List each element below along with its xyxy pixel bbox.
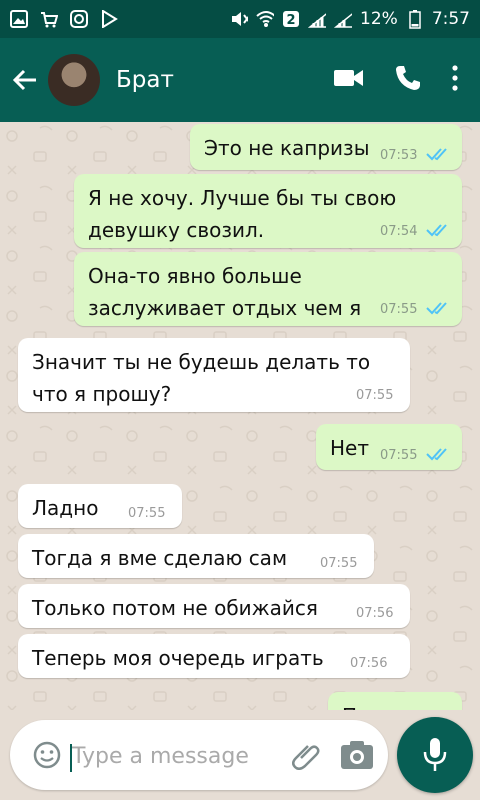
- clock: 7:57: [431, 9, 470, 29]
- signal-icon: [308, 10, 327, 28]
- message-bubble-outgoing[interactable]: Нет 07:55: [316, 424, 462, 470]
- play-store-icon: [100, 10, 118, 28]
- more-vertical-icon: [452, 65, 458, 91]
- message-time: 07:54: [380, 224, 418, 239]
- svg-text:2: 2: [286, 13, 295, 28]
- mute-icon: [230, 10, 249, 28]
- sim2-icon: 2: [282, 10, 300, 28]
- mic-icon: [423, 738, 447, 771]
- signal-icon: [334, 10, 353, 28]
- message-bubble-incoming[interactable]: Значит ты не будешь делать то что я прош…: [18, 338, 410, 412]
- message-text: Я не хочу. Лучше бы ты свою девушку своз…: [88, 186, 397, 242]
- message-time: 07:55: [128, 506, 166, 521]
- message-text: Теперь моя очередь играть: [32, 646, 324, 670]
- video-call-button[interactable]: [334, 68, 364, 92]
- message-text: Только потом не обижайся: [32, 596, 318, 620]
- message-text: П: [342, 700, 357, 710]
- attach-icon[interactable]: [292, 740, 322, 770]
- message-text: Тогда я вме сделаю сам: [32, 546, 288, 570]
- gallery-icon: [10, 10, 28, 28]
- battery-percent: 12%: [360, 9, 398, 29]
- message-bubble-incoming[interactable]: Тогда я вме сделаю сам 07:55: [18, 534, 374, 578]
- phone-icon: [396, 66, 420, 90]
- message-input[interactable]: [70, 730, 284, 782]
- status-bar: 2 12% 7:57: [0, 0, 480, 38]
- message-text: Нет: [330, 436, 369, 460]
- voice-record-button[interactable]: [397, 717, 473, 793]
- message-time: 07:53: [380, 148, 418, 163]
- message-time: 07:56: [356, 606, 394, 621]
- message-bubble-outgoing[interactable]: Она-то явно больше заслуживает отдых чем…: [74, 252, 462, 326]
- message-bubble-incoming[interactable]: Ладно 07:55: [18, 484, 182, 528]
- emoji-icon[interactable]: [32, 740, 62, 770]
- message-time: 07:56: [350, 656, 388, 671]
- camera-icon[interactable]: [340, 740, 374, 770]
- message-bubble-outgoing[interactable]: Я не хочу. Лучше бы ты свою девушку своз…: [74, 174, 462, 248]
- message-text: Ладно: [32, 496, 99, 520]
- more-options-button[interactable]: [452, 65, 458, 95]
- wifi-icon: [256, 10, 275, 28]
- instagram-icon: [70, 10, 88, 28]
- message-bubble-outgoing[interactable]: Это не капризы 07:53: [190, 124, 462, 170]
- message-time: 07:55: [320, 556, 358, 571]
- message-list[interactable]: Это не капризы 07:53 Я не хочу. Лучше бы…: [0, 122, 480, 710]
- message-text: Это не капризы: [204, 136, 370, 160]
- message-time: 07:55: [356, 388, 394, 403]
- message-text: Значит ты не будешь делать то что я прош…: [32, 350, 371, 406]
- chat-header: Брат: [0, 38, 480, 122]
- voice-call-button[interactable]: [394, 64, 422, 96]
- message-bubble-incoming[interactable]: Теперь моя очередь играть 07:56: [18, 634, 410, 678]
- battery-icon: [406, 10, 424, 29]
- read-ticks-icon: [426, 302, 447, 315]
- read-ticks-icon: [426, 224, 447, 237]
- back-button[interactable]: [2, 38, 48, 122]
- message-input-container[interactable]: [10, 720, 388, 790]
- read-ticks-icon: [426, 448, 447, 461]
- message-time: 07:55: [380, 448, 418, 463]
- read-ticks-icon: [426, 148, 447, 161]
- message-text: Она-то явно больше заслуживает отдых чем…: [88, 264, 362, 320]
- avatar[interactable]: [48, 54, 100, 106]
- video-call-icon: [334, 70, 363, 86]
- back-arrow-icon: [12, 69, 36, 91]
- message-time: 07:55: [380, 302, 418, 317]
- contact-name[interactable]: Брат: [116, 67, 174, 93]
- message-bubble-outgoing[interactable]: П: [328, 692, 462, 710]
- shop-icon: [40, 10, 58, 28]
- message-bubble-incoming[interactable]: Только потом не обижайся 07:56: [18, 584, 410, 628]
